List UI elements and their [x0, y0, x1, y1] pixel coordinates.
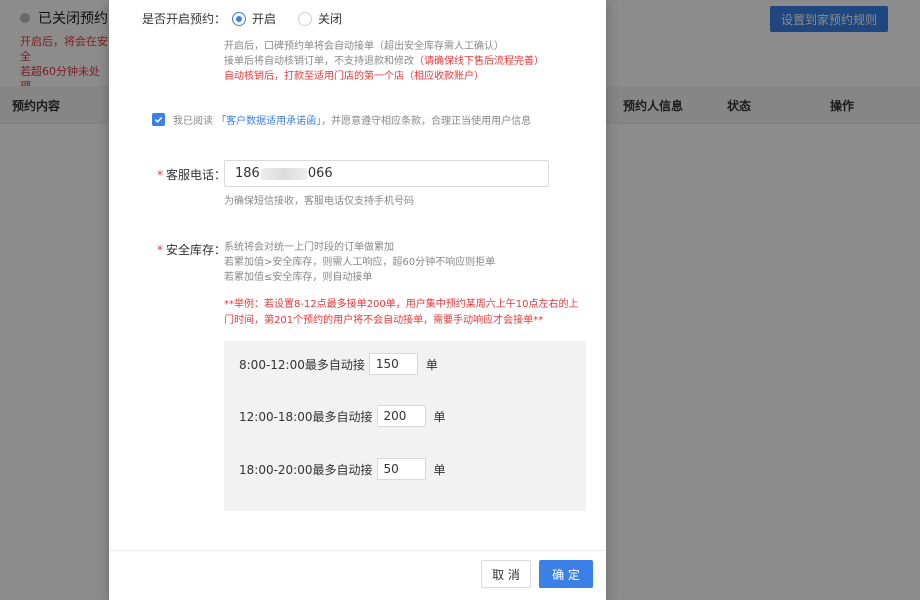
stock-label: * 安全库存： — [157, 241, 226, 258]
stock-description: 系统将会对统一上门时段的订单做累加 若累加值>安全库存，则需人工响应，超60分钟… — [224, 240, 495, 285]
stock-description-line: 若累加值>安全库存，则需人工响应，超60分钟不响应则拒单 — [224, 257, 496, 268]
agreement-link[interactable]: 「客户数据适用承诺函」 — [216, 116, 321, 127]
stock-row-label: 8:00-12:00最多自动接 — [239, 357, 365, 372]
radio-close[interactable]: 关闭 — [298, 10, 342, 27]
stock-row-label: 18:00-20:00最多自动接 — [239, 462, 373, 477]
radio-open[interactable]: 开启 — [232, 10, 276, 27]
phone-label-text: 客服电话： — [166, 168, 227, 182]
stock-unit: 单 — [425, 357, 438, 372]
open-booking-description: 开启后，口碑预约单将会自动接单（超出安全库存需人工确认） 接单后将自动核销订单，… — [224, 39, 544, 84]
agreement-suffix: ，并愿意遵守相应条款，合理正当使用用户信息 — [321, 116, 532, 127]
description-warning-line: 自动核销后，打款至适用门店的第一个店（相应收款账户） — [224, 71, 484, 82]
stock-row-afternoon: 12:00-18:00最多自动接 200 单 — [239, 405, 446, 427]
cancel-button[interactable]: 取 消 — [481, 560, 531, 588]
agreement-checkbox[interactable] — [152, 113, 165, 126]
stock-unit: 单 — [433, 462, 446, 477]
agreement-text: 我已阅读 「客户数据适用承诺函」，并愿意遵守相应条款，合理正当使用用户信息 — [173, 112, 531, 127]
stock-input-evening[interactable]: 50 — [376, 458, 426, 480]
stock-settings-panel: 8:00-12:00最多自动接 150 单 12:00-18:00最多自动接 2… — [224, 341, 586, 511]
phone-value-end: 066 — [307, 166, 333, 181]
radio-unchecked-icon — [298, 11, 313, 26]
phone-value-start: 186 — [235, 166, 260, 181]
description-line: 开启后，口碑预约单将会自动接单（超出安全库存需人工确认） — [224, 41, 504, 52]
required-mark: * — [157, 243, 163, 257]
booking-settings-modal: 是否开启预约： 开启 关闭 开启后，口碑预约单将会自动接单（超出安全库存需人工确… — [109, 0, 606, 600]
confirm-button[interactable]: 确 定 — [539, 560, 593, 588]
service-phone-input[interactable]: 186 066 — [224, 160, 549, 187]
phone-masked-digits — [260, 167, 307, 180]
description-warning: （请确保线下售后流程完善） — [414, 56, 544, 67]
stock-input-afternoon[interactable]: 200 — [376, 405, 426, 427]
stock-example-line: **举例：若设置8-12点最多接单200单，用户集中预约某周六上午10点左右的上 — [224, 299, 579, 310]
description-text: 接单后将自动核销订单，不支持退款和修改 — [224, 56, 414, 67]
radio-close-label: 关闭 — [318, 12, 343, 26]
stock-description-line: 系统将会对统一上门时段的订单做累加 — [224, 242, 394, 253]
stock-example-line: 门时间，第201个预约的用户将不会自动接单，需要手动响应才会接单** — [224, 315, 544, 326]
required-mark: * — [157, 168, 163, 182]
stock-row-label: 12:00-18:00最多自动接 — [239, 409, 373, 424]
checkmark-icon — [154, 116, 163, 123]
open-booking-row: 是否开启预约： 开启 关闭 — [142, 10, 364, 27]
stock-label-text: 安全库存： — [166, 243, 227, 257]
modal-footer: 取 消 确 定 — [109, 550, 606, 600]
phone-tip: 为确保短信接收，客服电话仅支持手机号码 — [224, 196, 414, 207]
radio-open-label: 开启 — [252, 12, 277, 26]
open-booking-radio-group: 开启 关闭 — [232, 10, 364, 27]
stock-row-morning: 8:00-12:00最多自动接 150 单 — [239, 353, 438, 375]
agreement-prefix: 我已阅读 — [173, 116, 213, 127]
description-line: 接单后将自动核销订单，不支持退款和修改（请确保线下售后流程完善） — [224, 54, 544, 69]
stock-row-evening: 18:00-20:00最多自动接 50 单 — [239, 458, 446, 480]
stock-input-morning[interactable]: 150 — [368, 353, 418, 375]
agreement-row: 我已阅读 「客户数据适用承诺函」，并愿意遵守相应条款，合理正当使用用户信息 — [152, 112, 531, 127]
stock-unit: 单 — [433, 409, 446, 424]
stock-example: **举例：若设置8-12点最多接单200单，用户集中预约某周六上午10点左右的上… — [224, 297, 584, 329]
open-booking-label: 是否开启预约： — [142, 12, 227, 26]
stock-description-line: 若累加值≤安全库存，则自动接单 — [224, 272, 373, 283]
radio-checked-icon — [232, 11, 247, 26]
phone-label: * 客服电话： — [157, 166, 226, 183]
